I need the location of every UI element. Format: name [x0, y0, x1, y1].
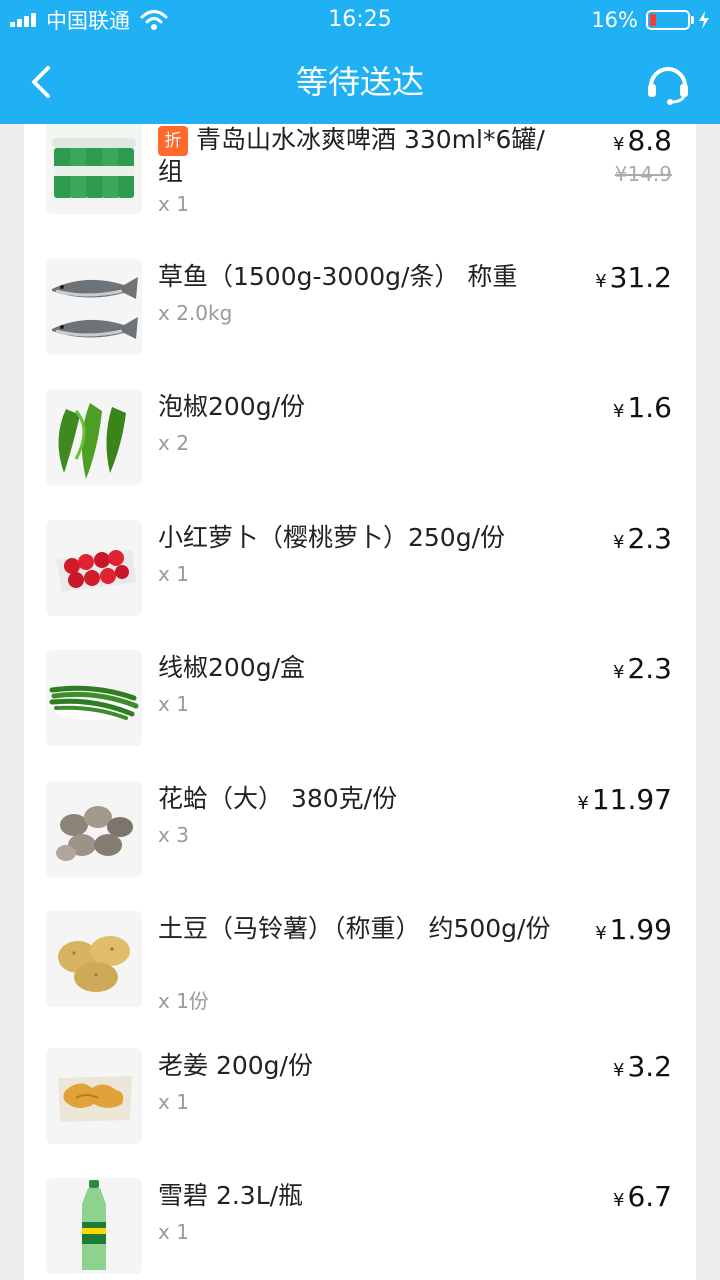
item-name-text: 青岛山水冰爽啤酒 330ml*6罐/组 [158, 125, 545, 186]
nav-bar: 等待送达 [0, 40, 720, 124]
currency-symbol: ¥ [613, 401, 625, 422]
item-price: ¥31.2 [595, 261, 672, 294]
list-item[interactable]: 土豆（马铃薯）（称重） 约500g/份 x 1份 ¥1.99 [24, 911, 696, 1051]
item-name: 雪碧 2.3L/瓶 [158, 1181, 304, 1210]
list-item[interactable]: 线椒200g/盒 x 1 ¥2.3 [24, 650, 696, 780]
fish-icon [46, 259, 142, 355]
price-value: 2.3 [627, 522, 672, 555]
long-pepper-icon [46, 650, 142, 746]
radish-icon [46, 520, 142, 616]
clams-icon [46, 781, 142, 877]
item-price: ¥3.2 [613, 1050, 672, 1083]
item-price: ¥1.99 [595, 913, 672, 946]
header: 中国联通 16:25 16% 等待送达 [0, 0, 720, 124]
ginger-icon [46, 1048, 142, 1144]
item-quantity: x 3 [158, 823, 189, 847]
price-value: 3.2 [627, 1050, 672, 1083]
beer-cans-icon [46, 124, 142, 214]
item-price: ¥2.3 [613, 652, 672, 685]
charging-icon [699, 11, 709, 29]
list-item[interactable]: 花蛤（大） 380克/份 x 3 ¥11.97 [24, 781, 696, 911]
price-value: 2.3 [627, 652, 672, 685]
item-price: ¥6.7 [613, 1180, 672, 1213]
price-value: 1.99 [609, 913, 672, 946]
list-item[interactable]: 泡椒200g/份 x 2 ¥1.6 [24, 389, 696, 519]
item-price: ¥11.97 [577, 783, 672, 816]
list-item[interactable]: 草鱼（1500g-3000g/条） 称重 x 2.0kg ¥31.2 [24, 259, 696, 389]
item-name: 花蛤（大） 380克/份 [158, 784, 398, 813]
item-name: 折青岛山水冰爽啤酒 330ml*6罐/组 [158, 124, 558, 188]
item-name: 老姜 200g/份 [158, 1051, 313, 1080]
item-quantity: x 2.0kg [158, 301, 233, 325]
price-value: 8.8 [627, 124, 672, 157]
item-price: ¥1.6 [613, 391, 672, 424]
currency-symbol: ¥ [613, 1060, 625, 1081]
item-name: 土豆（马铃薯）（称重） 约500g/份 [158, 914, 551, 943]
currency-symbol: ¥ [613, 134, 625, 155]
currency-symbol: ¥ [613, 662, 625, 683]
currency-symbol: ¥ [613, 1190, 625, 1211]
order-items-list: 折青岛山水冰爽啤酒 330ml*6罐/组 x 1 ¥8.8 ¥14.9 草鱼（1… [24, 124, 696, 1280]
status-bar: 中国联通 16:25 16% [0, 0, 720, 40]
discount-badge: 折 [158, 126, 188, 156]
item-quantity: x 1 [158, 1090, 189, 1114]
price-value: 11.97 [591, 783, 672, 816]
item-price: ¥8.8 [613, 124, 672, 157]
item-quantity: x 2 [158, 431, 189, 455]
list-item[interactable]: 折青岛山水冰爽啤酒 330ml*6罐/组 x 1 ¥8.8 ¥14.9 [24, 124, 696, 248]
price-value: 6.7 [627, 1180, 672, 1213]
battery-icon [646, 10, 690, 30]
item-quantity: x 1 [158, 192, 189, 216]
headset-icon[interactable] [644, 58, 692, 106]
potato-icon [46, 911, 142, 1007]
price-value: 1.6 [627, 391, 672, 424]
currency-symbol: ¥ [613, 532, 625, 553]
soda-bottle-icon [46, 1178, 142, 1274]
list-item[interactable]: 小红萝卜（樱桃萝卜）250g/份 x 1 ¥2.3 [24, 520, 696, 650]
original-price: ¥14.9 [614, 162, 672, 186]
item-quantity: x 1 [158, 1220, 189, 1244]
currency-symbol: ¥ [577, 793, 589, 814]
item-name: 小红萝卜（樱桃萝卜）250g/份 [158, 523, 506, 552]
item-quantity: x 1 [158, 562, 189, 586]
item-name: 泡椒200g/份 [158, 392, 306, 421]
battery-percent: 16% [591, 8, 638, 32]
currency-symbol: ¥ [595, 923, 607, 944]
list-item[interactable]: 雪碧 2.3L/瓶 x 1 ¥6.7 [24, 1178, 696, 1280]
item-name: 草鱼（1500g-3000g/条） 称重 [158, 262, 518, 291]
battery-info: 16% [591, 7, 710, 33]
page-title: 等待送达 [295, 63, 424, 101]
green-pepper-icon [46, 389, 142, 485]
item-quantity: x 1 [158, 692, 189, 716]
item-quantity: x 1份 [158, 989, 209, 1013]
currency-symbol: ¥ [595, 271, 607, 292]
list-item[interactable]: 老姜 200g/份 x 1 ¥3.2 [24, 1048, 696, 1178]
price-value: 31.2 [609, 261, 672, 294]
item-price: ¥2.3 [613, 522, 672, 555]
item-name: 线椒200g/盒 [158, 653, 306, 682]
battery-level-fill [650, 14, 656, 26]
battery-tip [691, 16, 694, 24]
